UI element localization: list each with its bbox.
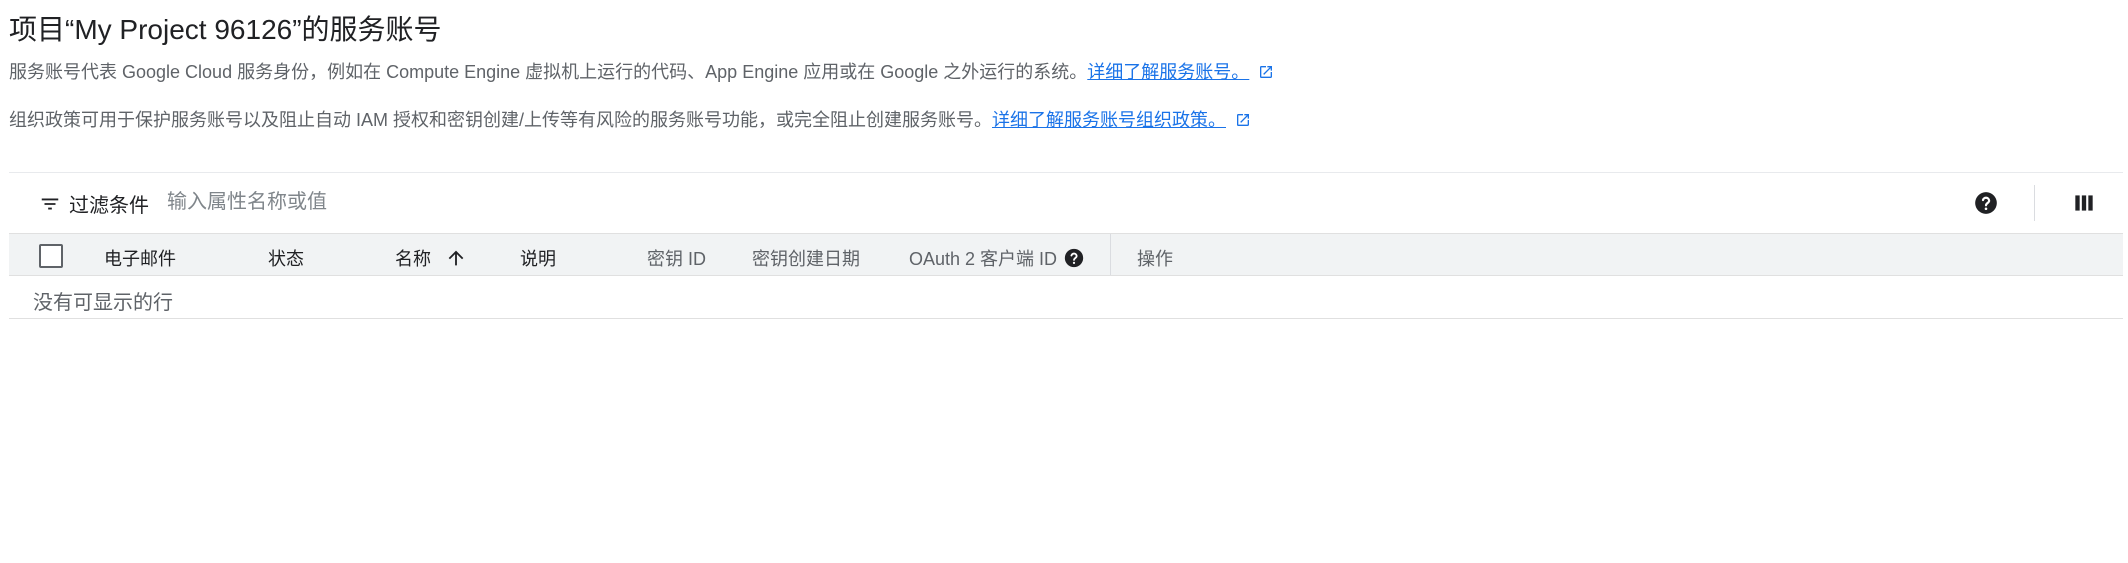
filter-button[interactable]: 过滤条件 [39,189,149,218]
column-header-name[interactable]: 名称 [395,245,467,271]
page-title: 项目“My Project 96126”的服务账号 [9,14,442,45]
service-accounts-description: 服务账号代表 Google Cloud 服务身份，例如在 Compute Eng… [9,58,1274,84]
column-divider [1110,234,1111,275]
empty-table-message: 没有可显示的行 [33,292,173,314]
filter-icon [41,198,59,209]
column-header-status[interactable]: 状态 [268,245,304,271]
column-header-description[interactable]: 说明 [520,245,556,271]
column-label: 密钥 ID [647,249,707,269]
column-display-icon[interactable] [2071,190,2097,216]
column-label: 状态 [268,249,304,269]
table-empty-row: 没有可显示的行 [9,276,2123,319]
column-header-email[interactable]: 电子邮件 [104,245,176,271]
column-label: OAuth 2 客户端 ID [909,249,1058,269]
select-all-checkbox[interactable] [39,244,63,268]
service-accounts-page: 项目“My Project 96126”的服务账号 服务账号代表 Google … [0,0,2128,563]
column-label: 名称 [395,249,431,269]
table-toolbar: 过滤条件 [9,172,2123,233]
help-icon[interactable] [1973,190,1999,216]
column-label: 说明 [520,249,556,269]
column-label: 电子邮件 [104,249,176,269]
org-policy-description-text: 组织政策可用于保护服务账号以及阻止自动 IAM 授权和密钥创建/上传等有风险的服… [9,110,992,130]
service-accounts-description-text: 服务账号代表 Google Cloud 服务身份，例如在 Compute Eng… [9,62,1088,82]
column-label: 密钥创建日期 [752,249,860,269]
filter-label: 过滤条件 [69,195,149,217]
help-icon[interactable] [1063,247,1085,269]
external-link-icon [1260,66,1273,78]
toolbar-divider [2034,185,2035,221]
column-header-key-creation-date: 密钥创建日期 [752,245,860,271]
column-label: 操作 [1137,249,1173,269]
table-header: 电子邮件 状态 名称 说明 密钥 ID 密钥创建日期 OAuth 2 客户端 I… [9,233,2123,276]
external-link-icon [1237,114,1250,126]
learn-more-org-policy-link[interactable]: 详细了解服务账号组织政策。 [992,110,1226,130]
learn-more-service-accounts-link[interactable]: 详细了解服务账号。 [1087,62,1249,82]
column-header-key-id: 密钥 ID [647,245,706,271]
filter-input[interactable] [167,187,767,217]
column-header-oauth2-client-id: OAuth 2 客户端 ID [909,245,1085,271]
column-header-actions: 操作 [1137,245,1173,271]
org-policy-description: 组织政策可用于保护服务账号以及阻止自动 IAM 授权和密钥创建/上传等有风险的服… [9,106,1251,132]
sort-ascending-icon [448,250,464,266]
